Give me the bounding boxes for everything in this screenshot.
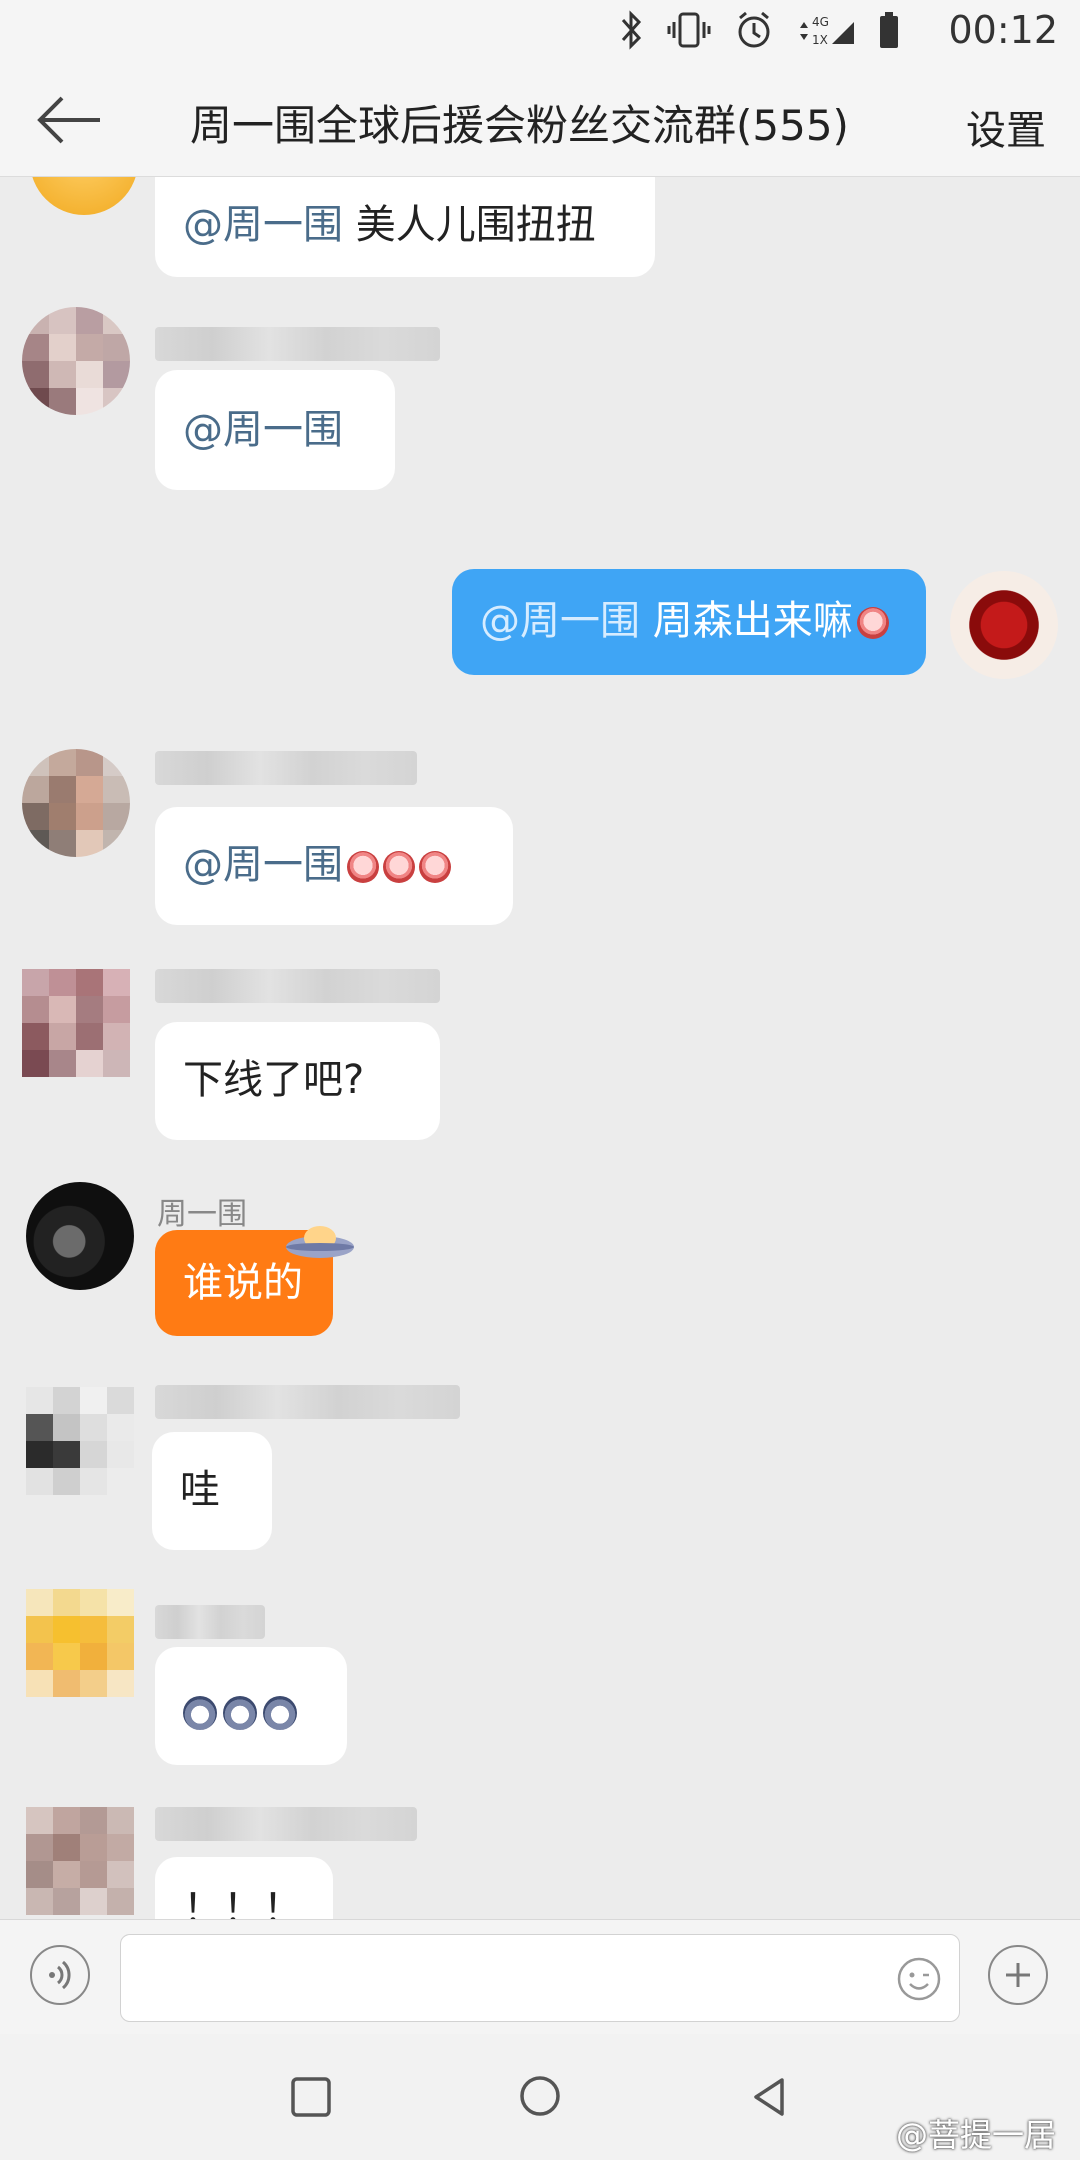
sender-name-blurred xyxy=(155,1807,417,1841)
husky-emoji-icon xyxy=(263,1696,297,1730)
pixelated-avatar xyxy=(22,307,130,415)
message-bubble[interactable]: 下线了吧? xyxy=(155,1022,440,1140)
message-bubble[interactable]: ！！！ xyxy=(155,1857,333,1919)
back-button[interactable] xyxy=(34,92,104,148)
emoji-icon xyxy=(383,851,415,883)
message-text: 哇 xyxy=(180,1467,220,1513)
pixelated-avatar xyxy=(22,969,130,1077)
message-input[interactable] xyxy=(120,1934,960,2022)
avatar[interactable] xyxy=(26,1182,134,1290)
status-icons: 4G 1X xyxy=(618,10,900,50)
emoji-icon xyxy=(856,607,889,639)
message-bubble[interactable] xyxy=(155,1647,347,1765)
message-bubble[interactable]: @周一围 xyxy=(155,370,395,490)
message-text: 美人儿围扭扭 xyxy=(343,202,596,248)
network-icon: 4G1X xyxy=(800,15,854,47)
avatar[interactable] xyxy=(26,1387,134,1495)
avatar[interactable] xyxy=(26,1589,134,1697)
status-bar: 4G 1X 00:12 xyxy=(0,0,1080,64)
mention-link[interactable]: @周一围 xyxy=(480,598,640,644)
voice-button[interactable] xyxy=(30,1945,90,2005)
sender-name-blurred xyxy=(155,1605,265,1639)
recent-apps-icon[interactable] xyxy=(290,2076,332,2118)
bluetooth-icon xyxy=(621,10,642,50)
more-options-button[interactable] xyxy=(988,1945,1048,2005)
sender-name-blurred xyxy=(155,751,417,785)
message-text: 谁说的 xyxy=(183,1260,303,1306)
home-icon[interactable] xyxy=(518,2074,562,2118)
pixelated-avatar xyxy=(26,1387,134,1495)
emoji-icon xyxy=(419,851,451,883)
svg-text:4G: 4G xyxy=(812,15,829,29)
back-nav-icon[interactable] xyxy=(748,2076,790,2118)
plus-icon xyxy=(1006,1963,1030,1987)
ufo-decoration-icon xyxy=(286,1226,354,1258)
mention-link[interactable]: @周一围 xyxy=(183,202,343,248)
battery-icon xyxy=(880,12,898,48)
message-text: 下线了吧? xyxy=(183,1057,365,1103)
voice-icon xyxy=(49,1960,71,1990)
husky-emoji-icon xyxy=(223,1696,257,1730)
avatar[interactable] xyxy=(26,1807,134,1915)
alarm-icon xyxy=(738,11,770,48)
avatar[interactable] xyxy=(22,749,130,857)
sender-name-blurred xyxy=(155,1385,460,1419)
sender-name: 周一围 xyxy=(157,1197,247,1232)
chat-message-list[interactable]: @周一围 美人儿围扭扭 @周一围 @周一围 周森出来嘛 @周一围 下线了吧? 周… xyxy=(0,177,1080,1919)
vibrate-icon xyxy=(667,12,711,48)
emoji-icon xyxy=(347,851,379,883)
pixelated-avatar xyxy=(22,749,130,857)
message-bubble[interactable]: @周一围 xyxy=(155,807,513,925)
avatar[interactable] xyxy=(30,177,138,215)
pixelated-avatar xyxy=(26,1589,134,1697)
husky-emoji-icon xyxy=(183,1696,217,1730)
message-bubble[interactable]: @周一围 美人儿围扭扭 xyxy=(155,177,655,277)
message-text: 周森出来嘛 xyxy=(640,598,853,644)
clock: 00:12 xyxy=(948,8,1058,52)
watermark: @菩提一居 xyxy=(895,2116,1056,2154)
sender-name-blurred xyxy=(155,327,440,361)
message-text: ！！！ xyxy=(183,1886,303,1919)
avatar[interactable] xyxy=(22,969,130,1077)
chat-header: 周一围全球后援会粉丝交流群(555) 设置 xyxy=(0,64,1080,177)
my-message-bubble[interactable]: @周一围 周森出来嘛 xyxy=(452,569,926,675)
mention-link[interactable]: @周一围 xyxy=(183,842,343,888)
emoji-button-icon[interactable] xyxy=(895,1955,943,2003)
group-title: 周一围全球后援会粉丝交流群(555) xyxy=(190,101,849,150)
pixelated-avatar xyxy=(26,1807,134,1915)
back-arrow-icon xyxy=(37,96,100,144)
message-input-bar xyxy=(0,1919,1080,2035)
svg-text:1X: 1X xyxy=(812,33,828,47)
message-bubble[interactable]: 哇 xyxy=(152,1432,272,1550)
my-avatar[interactable] xyxy=(950,571,1058,679)
settings-button[interactable]: 设置 xyxy=(966,98,1046,156)
avatar[interactable] xyxy=(22,307,130,415)
sender-name-blurred xyxy=(155,969,440,1003)
mention-link[interactable]: @周一围 xyxy=(183,407,343,453)
